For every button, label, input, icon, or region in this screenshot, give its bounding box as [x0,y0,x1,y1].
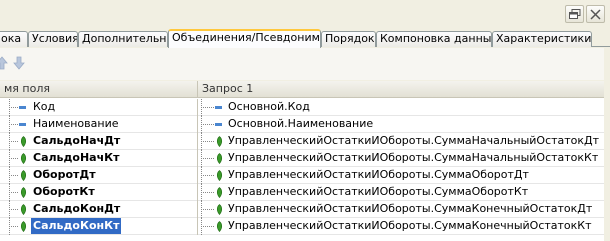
resource-icon [20,170,27,184]
tree-branch [9,209,18,210]
restore-button[interactable] [565,5,584,23]
tab-unions-aliases[interactable]: Объединения/Псевдонимы [168,29,321,48]
table-row[interactable]: СальдоНачКт УправленческийОстаткиИОбороты… [0,150,604,167]
field-name: ОборотКт [33,185,95,198]
table-row[interactable]: Наименование Основной.Наименование [0,116,604,133]
restore-icon [569,9,581,19]
tree-branch [201,107,214,108]
tree-branch [9,141,18,142]
tree-branch [201,124,214,125]
tree-branch [9,175,18,176]
grid-header: мя поля Запрос 1 [0,81,604,98]
field-name-cell[interactable]: СальдоКонКт [0,218,198,235]
field-name-cell[interactable]: ОборотКт [0,184,198,201]
tree-branch [9,107,18,108]
query-expression: УправленческийОстаткиИОбороты.СуммаНачал… [228,134,600,147]
tab-strip: ока Условия Дополнительно Объединения/Пс… [0,29,610,48]
close-icon [590,9,601,20]
tree-branch [201,209,214,210]
tree-branch [201,158,214,159]
resource-icon [216,187,223,201]
query-expression: УправленческийОстаткиИОбороты.СуммаОборо… [228,185,529,198]
query-expression-cell[interactable]: УправленческийОстаткиИОбороты.СуммаОборо… [198,167,604,184]
tab-conditions[interactable]: Условия [28,31,78,47]
field-icon [215,106,222,109]
field-icon [19,106,26,109]
resource-icon [20,136,27,150]
table-row[interactable]: Код Основной.Код [0,99,604,116]
resource-icon [216,204,223,218]
field-name: СальдоКонДт [33,202,121,215]
column-header-field-name[interactable]: мя поля [0,81,198,98]
query-expression: УправленческийОстаткиИОбороты.СуммаОборо… [228,168,529,181]
resource-icon [216,170,223,184]
query-expression-cell[interactable]: УправленческийОстаткиИОбороты.СуммаКонеч… [198,218,604,235]
field-name: СальдоНачКт [33,151,120,164]
field-name-cell[interactable]: ОборотДт [0,167,198,184]
query-expression-cell[interactable]: УправленческийОстаткиИОбороты.СуммаНачал… [198,133,604,150]
field-name-cell[interactable]: СальдоНачДт [0,133,198,150]
resource-icon [20,204,27,218]
column-header-query-1[interactable]: Запрос 1 [198,81,604,98]
field-name: Код [33,100,56,113]
tree-branch [201,226,214,227]
field-name: ОборотДт [33,168,96,181]
field-name-cell[interactable]: Код [0,99,198,116]
title-bar [0,0,610,28]
resource-icon [216,136,223,150]
tab-partial[interactable]: ока [0,31,28,47]
tab-data-composition[interactable]: Компоновка данных [376,31,492,47]
tree-branch [9,226,18,227]
field-name: СальдоКонКт [31,218,122,234]
resource-icon [20,153,27,167]
table-row[interactable]: СальдоНачДт УправленческийОстаткиИОбороты… [0,133,604,150]
window-border [604,48,610,241]
field-name-cell[interactable]: СальдоКонДт [0,201,198,218]
field-icon [19,123,26,126]
resource-icon [216,221,223,235]
table-row[interactable]: СальдоКонДт УправленческийОстаткиИОбороты… [0,201,604,218]
query-expression-cell[interactable]: УправленческийОстаткиИОбороты.СуммаОборо… [198,184,604,201]
tree-branch [9,124,18,125]
tree-branch [201,141,214,142]
move-down-icon[interactable] [13,56,25,70]
field-name-cell[interactable]: Наименование [0,116,198,133]
table-row[interactable]: ОборотКт УправленческийОстаткиИОбороты.Су… [0,184,604,201]
query-expression-cell[interactable]: УправленческийОстаткиИОбороты.СуммаНачал… [198,150,604,167]
query-expression-cell[interactable]: Основной.Код [198,99,604,116]
query-expression: УправленческийОстаткиИОбороты.СуммаНачал… [228,151,599,164]
tree-branch [9,192,18,193]
field-icon [215,123,222,126]
table-row[interactable]: СальдоКонКт УправленческийОстаткиИОбороты… [0,218,604,235]
tree-branch [9,158,18,159]
query-expression: УправленческийОстаткиИОбороты.СуммаКонеч… [228,202,593,215]
table-row[interactable]: ОборотДт УправленческийОстаткиИОбороты.Су… [0,167,604,184]
toolbar [0,48,610,80]
tab-additional[interactable]: Дополнительно [78,31,168,47]
field-name: Наименование [33,117,119,130]
resource-icon [20,187,27,201]
tree-branch [201,175,214,176]
resource-icon [20,221,27,235]
close-button[interactable] [586,5,605,23]
move-up-icon[interactable] [0,56,8,70]
field-name: СальдоНачДт [33,134,121,147]
tab-characteristics[interactable]: Характеристики [492,31,592,47]
field-name-cell[interactable]: СальдоНачКт [0,150,198,167]
query-expression: Основной.Наименование [228,117,374,130]
query-expression-cell[interactable]: УправленческийОстаткиИОбороты.СуммаКонеч… [198,201,604,218]
resource-icon [216,153,223,167]
query-expression-cell[interactable]: Основной.Наименование [198,116,604,133]
query-expression: УправленческийОстаткиИОбороты.СуммаКонеч… [228,219,592,232]
query-expression: Основной.Код [228,100,310,113]
tree-branch [201,192,214,193]
tab-order[interactable]: Порядок [321,31,376,47]
aliases-grid: мя поля Запрос 1 Код Основной.Код Наименов… [0,81,604,241]
